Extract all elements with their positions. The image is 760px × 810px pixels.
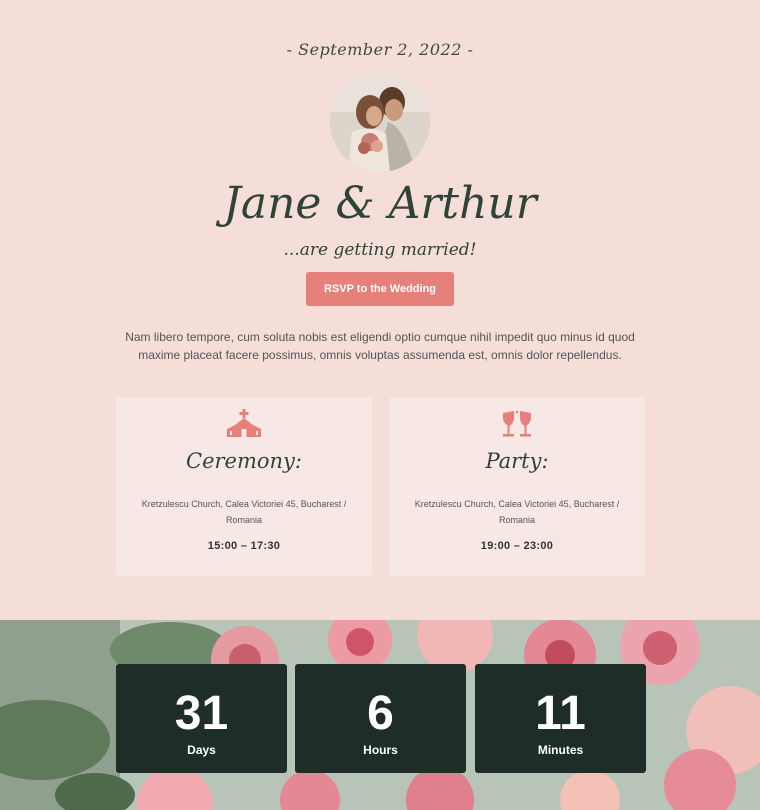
toast-glasses-icon xyxy=(497,409,537,441)
ceremony-card: Ceremony: Kretzulescu Church, Calea Vict… xyxy=(116,397,372,576)
countdown-days-value: 31 xyxy=(174,687,229,740)
ceremony-title: Ceremony: xyxy=(186,449,302,473)
party-title: Party: xyxy=(485,449,549,473)
countdown-hours-label: Hours xyxy=(363,743,398,757)
hero-section: - September 2, 2022 - Jane & Arthur ...a… xyxy=(0,0,760,620)
countdown-section: 31 Days 6 Hours 11 Minutes xyxy=(0,620,760,810)
couple-names: Jane & Arthur xyxy=(223,178,537,229)
intro-paragraph: Nam libero tempore, cum soluta nobis est… xyxy=(125,330,635,362)
tagline: ...are getting married! xyxy=(283,240,477,260)
party-time: 19:00 – 23:00 xyxy=(480,540,554,552)
ceremony-time: 15:00 – 17:30 xyxy=(207,540,281,552)
wedding-date: - September 2, 2022 - xyxy=(286,40,474,59)
rsvp-button[interactable]: RSVP to the Wedding xyxy=(306,272,454,306)
church-icon xyxy=(224,409,264,441)
countdown-days: 31 Days xyxy=(116,664,287,773)
countdown-days-label: Days xyxy=(187,743,216,757)
countdown-minutes-value: 11 xyxy=(535,687,586,740)
countdown-hours-value: 6 xyxy=(367,687,394,740)
countdown-minutes: 11 Minutes xyxy=(475,664,646,773)
countdown-minutes-label: Minutes xyxy=(537,743,584,757)
countdown-hours: 6 Hours xyxy=(295,664,466,773)
ceremony-address: Kretzulescu Church, Calea Victoriei 45, … xyxy=(141,499,347,525)
party-address: Kretzulescu Church, Calea Victoriei 45, … xyxy=(414,499,620,525)
party-card: Party: Kretzulescu Church, Calea Victori… xyxy=(389,397,645,576)
couple-photo xyxy=(330,72,430,172)
